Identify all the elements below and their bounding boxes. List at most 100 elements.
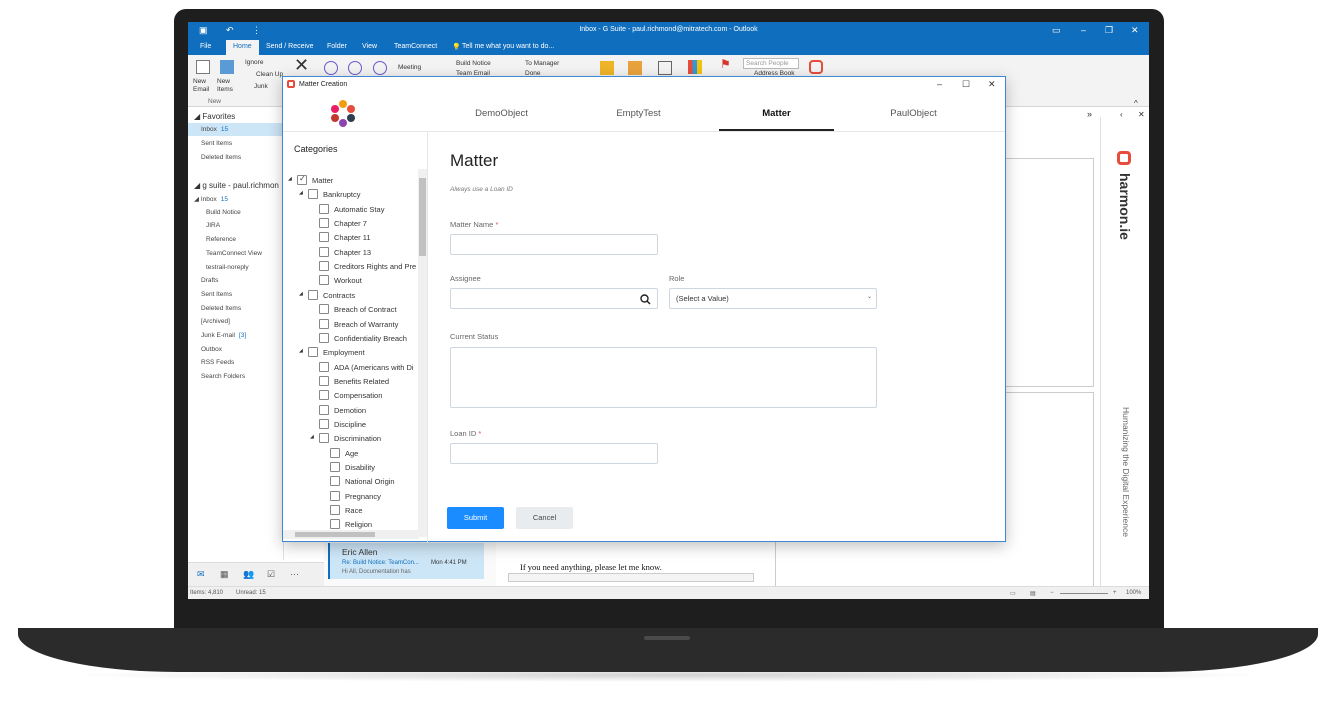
tree-checkbox[interactable] bbox=[319, 304, 329, 315]
folder-item[interactable]: ◢ Inbox 15 bbox=[188, 192, 284, 205]
zoom-in-icon[interactable]: + bbox=[1113, 590, 1117, 596]
clean-up-button[interactable]: Clean Up bbox=[256, 71, 283, 78]
normal-view-icon[interactable]: ▭ bbox=[1010, 590, 1016, 597]
tree-checkbox[interactable] bbox=[319, 404, 329, 415]
folder-item[interactable]: Reference bbox=[188, 233, 284, 246]
message-item[interactable]: Eric Allen Re: Build Notice: TeamCon... … bbox=[328, 543, 484, 579]
tab-demoobject[interactable]: DemoObject bbox=[444, 108, 559, 119]
folder-item[interactable]: Junk E-mail [3] bbox=[188, 329, 284, 342]
favorite-sent-items[interactable]: Sent Items bbox=[188, 137, 284, 150]
folder-item[interactable]: RSS Feeds bbox=[188, 356, 284, 369]
junk-button[interactable]: Junk bbox=[254, 83, 268, 90]
tasks-icon[interactable]: ☑ bbox=[267, 569, 275, 580]
zoom-slider[interactable] bbox=[1060, 593, 1108, 594]
close-icon[interactable]: ✕ bbox=[1131, 25, 1139, 35]
quickstep-build-notice[interactable]: Build Notice bbox=[456, 60, 491, 67]
expand-arrow-icon[interactable]: ◢ bbox=[288, 176, 292, 182]
matter-name-input[interactable] bbox=[450, 234, 658, 255]
tree-vscroll-thumb[interactable] bbox=[419, 178, 426, 256]
follow-up-flag-icon[interactable]: ⚑ bbox=[720, 57, 731, 71]
folder-item[interactable]: TeamConnect View bbox=[188, 247, 284, 260]
new-email-button[interactable]: New Email bbox=[193, 78, 217, 94]
move-icon[interactable] bbox=[600, 61, 614, 75]
zoom-out-icon[interactable]: − bbox=[1050, 590, 1054, 596]
role-select[interactable]: (Select a Value) ⌄ bbox=[669, 288, 877, 309]
categorize-icon[interactable] bbox=[688, 60, 702, 74]
tree-checkbox[interactable] bbox=[330, 462, 340, 472]
reply-all-icon[interactable] bbox=[348, 61, 362, 75]
expand-arrow-icon[interactable]: ◢ bbox=[299, 348, 303, 354]
folder-item[interactable]: Search Folders bbox=[188, 370, 284, 383]
new-email-icon[interactable] bbox=[196, 60, 210, 74]
tab-teamconnect[interactable]: TeamConnect bbox=[394, 43, 437, 50]
assignee-input[interactable] bbox=[450, 288, 658, 309]
tree-checkbox[interactable] bbox=[297, 174, 307, 185]
tab-folder[interactable]: Folder bbox=[327, 43, 347, 50]
tab-paulobject[interactable]: PaulObject bbox=[856, 108, 971, 119]
tab-emptytest[interactable]: EmptyTest bbox=[581, 108, 696, 119]
delete-icon[interactable]: ✕ bbox=[294, 55, 309, 76]
cancel-button[interactable]: Cancel bbox=[516, 507, 573, 529]
reading-view-icon[interactable]: ▤ bbox=[1030, 590, 1036, 597]
calendar-icon[interactable]: ▦ bbox=[220, 569, 229, 580]
tree-checkbox[interactable] bbox=[330, 490, 340, 501]
tab-view[interactable]: View bbox=[362, 43, 377, 50]
tree-checkbox[interactable] bbox=[319, 418, 329, 429]
tree-checkbox[interactable] bbox=[330, 447, 340, 458]
favorite-deleted-items[interactable]: Deleted Items bbox=[188, 151, 284, 164]
tab-send-receive[interactable]: Send / Receive bbox=[266, 43, 313, 50]
tab-home[interactable]: Home bbox=[226, 40, 259, 55]
expand-arrow-icon[interactable]: ◢ bbox=[299, 190, 303, 196]
collapse-ribbon-icon[interactable]: ^ bbox=[1134, 99, 1138, 108]
folder-item[interactable]: Sent Items bbox=[188, 288, 284, 301]
folder-item[interactable]: Drafts bbox=[188, 274, 284, 287]
reply-icon[interactable] bbox=[324, 61, 338, 75]
meeting-button[interactable]: Meeting bbox=[398, 64, 421, 71]
tree-checkbox[interactable] bbox=[319, 390, 329, 401]
search-people-input[interactable]: Search People bbox=[743, 58, 799, 69]
tree-checkbox[interactable] bbox=[319, 375, 329, 386]
tree-checkbox[interactable] bbox=[319, 203, 329, 214]
tree-checkbox[interactable] bbox=[330, 476, 340, 487]
tree-checkbox[interactable] bbox=[330, 519, 340, 530]
favorite-inbox[interactable]: Inbox 15 bbox=[188, 123, 284, 136]
loan-id-input[interactable] bbox=[450, 443, 658, 464]
search-icon[interactable] bbox=[640, 294, 651, 305]
unread-read-icon[interactable] bbox=[658, 61, 672, 75]
tree-hscroll-thumb[interactable] bbox=[295, 532, 375, 537]
ribbon-display-icon[interactable]: ▭ bbox=[1052, 25, 1061, 35]
tree-checkbox[interactable] bbox=[308, 189, 318, 200]
minimize-icon[interactable]: – bbox=[1081, 25, 1086, 35]
folder-item[interactable]: JIRA bbox=[188, 219, 284, 232]
new-items-button[interactable]: New Items bbox=[217, 78, 241, 94]
tree-checkbox[interactable] bbox=[319, 232, 329, 243]
expand-chevron-icon[interactable]: » bbox=[1087, 109, 1092, 119]
favorites-header[interactable]: ◢ Favorites bbox=[188, 109, 284, 122]
account-header[interactable]: ◢ g suite - paul.richmon bbox=[188, 178, 284, 191]
tell-me-input[interactable]: Tell me what you want to do... bbox=[462, 43, 554, 50]
folder-item[interactable]: testrail-noreply bbox=[188, 261, 284, 274]
tree-checkbox[interactable] bbox=[308, 289, 318, 300]
dialog-close-icon[interactable]: ✕ bbox=[988, 79, 996, 90]
folder-item[interactable]: Build Notice bbox=[188, 206, 284, 219]
tree-checkbox[interactable] bbox=[319, 261, 329, 272]
tree-checkbox[interactable] bbox=[319, 332, 329, 343]
people-icon[interactable]: 👥 bbox=[243, 569, 254, 580]
tree-checkbox[interactable] bbox=[319, 275, 329, 286]
harmonie-ribbon-icon[interactable] bbox=[809, 60, 823, 74]
more-icon[interactable]: ··· bbox=[290, 569, 299, 579]
expand-arrow-icon[interactable]: ◢ bbox=[310, 434, 314, 440]
tree-checkbox[interactable] bbox=[330, 505, 340, 516]
folder-item[interactable]: Outbox bbox=[188, 343, 284, 356]
tree-checkbox[interactable] bbox=[319, 361, 329, 372]
tab-matter[interactable]: Matter bbox=[719, 108, 834, 119]
expand-arrow-icon[interactable]: ◢ bbox=[299, 291, 303, 297]
new-items-icon[interactable] bbox=[220, 60, 234, 74]
submit-button[interactable]: Submit bbox=[447, 507, 504, 529]
rules-icon[interactable] bbox=[628, 61, 642, 75]
mail-icon[interactable]: ✉ bbox=[197, 569, 205, 580]
folder-item[interactable]: Deleted Items bbox=[188, 302, 284, 315]
tree-checkbox[interactable] bbox=[319, 246, 329, 257]
maximize-icon[interactable]: ❐ bbox=[1105, 25, 1113, 35]
dialog-maximize-icon[interactable]: ☐ bbox=[962, 79, 970, 90]
